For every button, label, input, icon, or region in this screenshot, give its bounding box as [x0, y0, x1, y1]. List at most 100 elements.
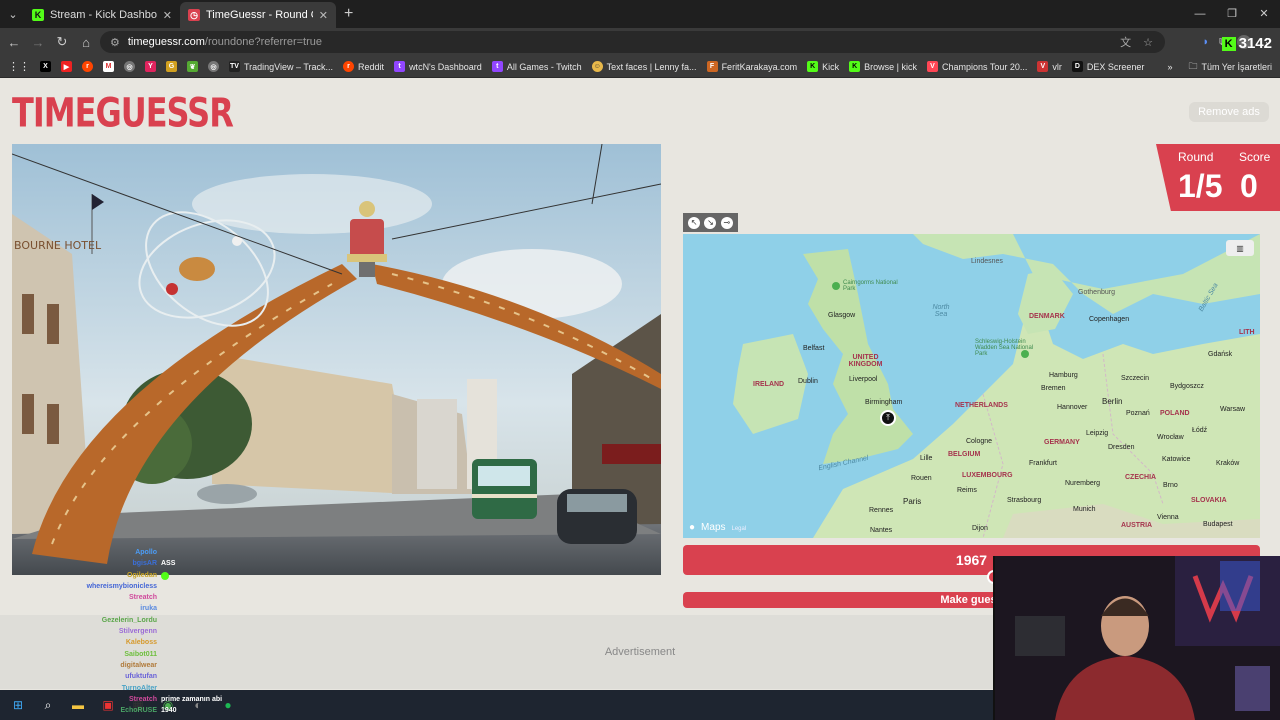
map-label: Munich — [1073, 506, 1096, 513]
map-label: Bydgoszcz — [1170, 383, 1204, 390]
bookmark-globe-2[interactable]: ◎ — [208, 61, 219, 72]
map-label: Szczecin — [1121, 375, 1150, 382]
map-label: LUXEMBOURG — [962, 472, 1013, 479]
tab-label: TimeGuessr - Round One — [206, 9, 313, 21]
map-label: North Sea — [932, 304, 950, 318]
bookmark-gmail[interactable]: M — [103, 61, 114, 72]
shrink-map-icon[interactable]: ↘ — [704, 216, 717, 229]
more-bookmarks-button[interactable]: » — [1167, 62, 1172, 72]
map-label: Birmingham — [865, 399, 903, 406]
chat-message: EchoRUSE 1940 — [120, 707, 177, 715]
chat-message: Ogiledan — [50, 570, 330, 581]
forward-icon[interactable]: → — [26, 35, 50, 50]
guess-map[interactable]: Lindesnes Gothenburg Cairngorms National… — [683, 234, 1260, 538]
map-label: Strasbourg — [1007, 497, 1042, 504]
bookmark-browse-kick[interactable]: K Browse | kick — [849, 61, 917, 72]
kick-icon: K — [849, 61, 861, 72]
street-scene-image: BOURNE HOTEL — [12, 144, 661, 575]
maximize-icon[interactable]: ❐ — [1216, 0, 1248, 28]
twitch-icon: t — [491, 61, 503, 72]
guess-pin-icon[interactable]: ⤒ — [880, 410, 896, 426]
bookmark-reddit[interactable]: r — [82, 61, 93, 72]
bookmark-all-games[interactable]: t All Games - Twitch — [491, 61, 582, 72]
map-label: CZECHIA — [1125, 474, 1157, 481]
map-label: Frankfurt — [1029, 460, 1058, 467]
bookmark-lenny[interactable]: ☺ Text faces | Lenny fa... — [591, 61, 697, 72]
legal-link[interactable]: Legal — [732, 526, 747, 532]
pin-map-icon[interactable]: ⊸ — [720, 216, 733, 229]
bookmark-y[interactable]: Y — [145, 61, 156, 72]
map-label: Bremen — [1041, 385, 1066, 392]
kick-icon: K — [1221, 36, 1236, 51]
bookmark-ferit[interactable]: F FeritKarakaya.com — [706, 61, 797, 72]
reddit-icon: r — [343, 61, 355, 72]
timeguessr-icon: ◷ — [188, 9, 200, 21]
chat-message: TurnoAlter — [121, 684, 157, 692]
chat-message: Apollo — [135, 549, 157, 556]
youtube-icon: ▶ — [61, 61, 72, 72]
extension-icon[interactable]: ◗ — [1202, 36, 1209, 48]
map-label: IRELAND — [753, 381, 785, 388]
map-label: Rouen — [911, 475, 932, 482]
bookmark-kick[interactable]: K Kick — [807, 61, 839, 72]
bookmark-champions[interactable]: V Champions Tour 20... — [926, 61, 1027, 72]
kick-icon: K — [807, 61, 819, 72]
map-type-toggle[interactable]: ▥ — [1226, 240, 1254, 256]
kick-viewer-overlay: K 3142 — [1221, 35, 1272, 52]
new-tab-button[interactable]: + — [344, 5, 353, 23]
map-label: Vienna — [1157, 514, 1179, 521]
chat-message: ufuktufan — [125, 673, 157, 681]
map-label: Dublin — [798, 378, 818, 385]
close-window-icon[interactable]: ✕ — [1248, 0, 1280, 28]
chat-message: Streatch — [128, 594, 157, 602]
svg-text:BOURNE HOTEL: BOURNE HOTEL — [14, 239, 102, 252]
advertisement-label: Advertisement — [604, 646, 676, 658]
map-label: AUSTRIA — [1121, 522, 1153, 529]
bookmark-leaf[interactable]: ❦ — [187, 61, 198, 72]
bookmark-dex[interactable]: D DEX Screener — [1071, 61, 1144, 72]
translate-icon[interactable]: 文 — [1120, 34, 1131, 50]
minimize-icon[interactable]: — — [1184, 0, 1216, 28]
round-photo: BOURNE HOTEL — [12, 144, 661, 575]
close-icon[interactable]: ✕ — [319, 9, 328, 22]
bookmark-g[interactable]: G — [166, 61, 177, 72]
bookmark-reddit-2[interactable]: r Reddit — [343, 61, 384, 72]
score-value: 0 — [1240, 168, 1258, 204]
chat-message: Saibot011 — [124, 650, 157, 658]
round-value: 1/5 — [1178, 168, 1223, 204]
score-label: Score — [1239, 150, 1271, 164]
bookmark-globe[interactable]: ◎ — [124, 61, 135, 72]
park-marker-icon[interactable] — [832, 282, 840, 290]
round-label: Round — [1178, 150, 1214, 164]
tab-search-chevron-icon[interactable]: ⌄ — [2, 3, 24, 25]
bookmark-star-icon[interactable]: ☆ — [1143, 36, 1153, 49]
map-label: Rennes — [869, 507, 894, 514]
bookmark-tradingview[interactable]: TV TradingView – Track... — [229, 61, 333, 72]
expand-map-icon[interactable]: ↖ — [688, 216, 701, 229]
close-icon[interactable]: ✕ — [163, 9, 172, 22]
url-input[interactable]: ⚙ timeguessr.com/roundone?referrer=true … — [100, 31, 1165, 53]
round-score-panel: Round Score 1/5 0 — [1156, 144, 1280, 211]
bookmark-wtcn[interactable]: t wtcN's Dashboard — [394, 61, 482, 72]
bookmark-x[interactable]: X — [40, 61, 51, 72]
bookmark-vlr[interactable]: Vvlr — [1037, 61, 1062, 72]
bookmark-youtube[interactable]: ▶ — [61, 61, 72, 72]
timeguessr-logo[interactable]: TIMEGUESSR — [12, 89, 234, 137]
site-info-icon[interactable]: ⚙ — [110, 36, 120, 49]
tab-timeguessr[interactable]: ◷ TimeGuessr - Round One ✕ — [180, 2, 336, 28]
apps-grid-icon[interactable]: ⋮⋮ — [8, 60, 30, 73]
map-size-controls: ↖ ↘ ⊸ — [683, 213, 738, 232]
bookmarks-right: » 🗀 Tüm Yer İşaretleri — [1167, 56, 1272, 78]
reload-icon[interactable]: ↻ — [50, 34, 74, 50]
remove-ads-button[interactable]: Remove ads — [1189, 102, 1269, 122]
back-icon[interactable]: ← — [2, 35, 26, 50]
map-label: Hannover — [1057, 404, 1088, 411]
windows-icon[interactable]: ⊞ — [8, 695, 28, 715]
home-icon[interactable]: ⌂ — [74, 35, 98, 50]
all-bookmarks-button[interactable]: 🗀 Tüm Yer İşaretleri — [1188, 59, 1272, 75]
year-value: 1967 — [955, 552, 988, 568]
map-label: Copenhagen — [1089, 316, 1130, 323]
reddit-icon: r — [82, 61, 93, 72]
map-label: Paris — [903, 497, 922, 506]
tab-kick-dashboard[interactable]: K Stream - Kick Dashboard ✕ — [24, 2, 180, 28]
